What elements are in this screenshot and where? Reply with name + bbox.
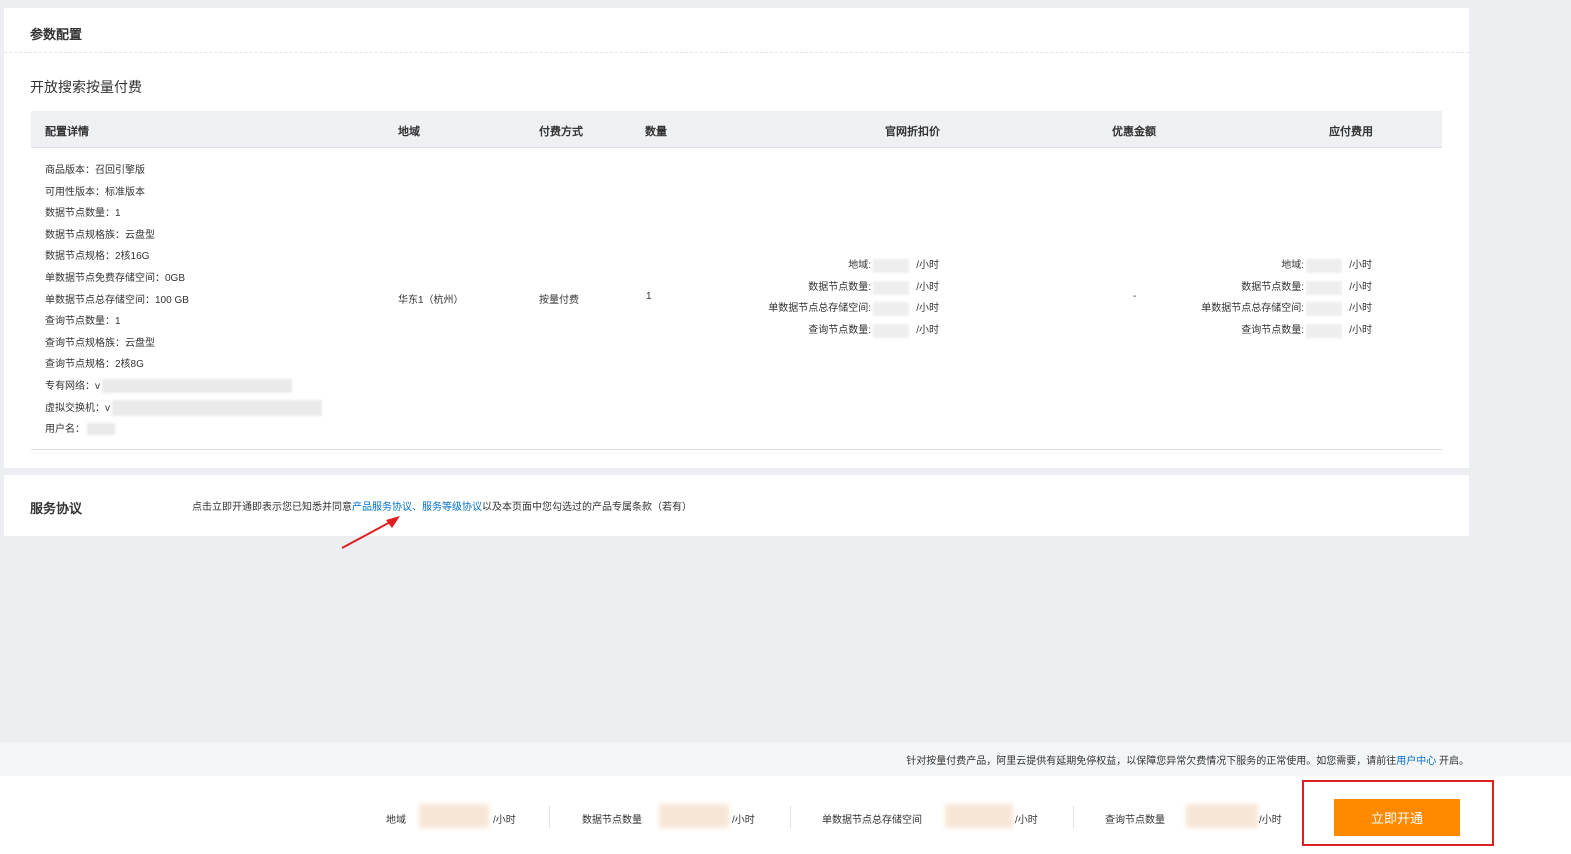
detail-row: 数据节点数量：1 [45,208,121,220]
agreement-card: 服务协议 点击立即开通即表示您已知悉并同意产品服务协议、服务等级协议以及本页面中… [4,475,1469,536]
agreement-label: 服务协议 [30,501,83,516]
redacted-blur [1306,302,1342,317]
price-row: 数据节点数量:/小时 [808,280,939,295]
detail-row: 数据节点规格：2核16G [45,251,150,263]
config-card: 参数配置 开放搜索按量付费 配置详情 地域 付费方式 数量 官网折扣价 优惠金额… [4,8,1469,468]
redacted-blur [873,302,909,317]
th-billing: 付费方式 [539,126,583,138]
payable-row: 单数据节点总存储空间:/小时 [1201,302,1372,317]
detail-row: 查询节点规格族：云盘型 [45,337,155,349]
list-price-breakdown: 地域:/小时 数据节点数量:/小时 单数据节点总存储空间:/小时 查询节点数量:… [704,255,939,341]
detail-row: 查询节点规格：2核8G [45,359,144,371]
th-region: 地域 [398,126,420,138]
product-title: 开放搜索按量付费 [30,79,142,95]
section-title-config: 参数配置 [30,27,83,42]
redacted-blur [102,379,292,394]
redacted-blur [659,804,729,828]
table-header: 配置详情 地域 付费方式 数量 官网折扣价 优惠金额 应付费用 [31,111,1442,148]
detail-row: 查询节点数量：1 [45,316,121,328]
detail-row: 专有网络：v [45,376,322,398]
redacted-blur [87,423,115,436]
th-discount: 优惠金额 [1112,126,1156,138]
dashed-divider [4,52,1469,53]
payable-row: 数据节点数量:/小时 [1241,280,1372,295]
detail-row: 商品版本：召回引擎版 [45,165,145,176]
detail-row: 单数据节点总存储空间：100 GB [45,294,189,306]
detail-row: 单数据节点免费存储空间：0GB [45,272,186,284]
notice-text: 针对按量付费产品，阿里云提供有延期免停权益，以保障您异常欠费情况下服务的正常使用… [906,756,1469,767]
price-row: 地域:/小时 [848,259,939,273]
cell-region: 华东1（杭州） [398,295,464,306]
cell-quantity: 1 [646,291,652,302]
redacted-blur [1186,804,1258,828]
th-detail: 配置详情 [45,126,89,138]
redacted-blur [873,323,909,338]
notice-bar: 针对按量付费产品，阿里云提供有延期免停权益，以保障您异常欠费情况下服务的正常使用… [0,742,1571,776]
table-bottom-border [31,449,1442,450]
fee-separator [549,806,550,828]
fee-separator [1073,806,1074,828]
redacted-blur [1306,259,1342,273]
detail-row: 用户名： [45,419,322,441]
redacted-blur [1306,280,1342,295]
fee-separator [790,806,791,828]
agreement-text: 点击立即开通即表示您已知悉并同意产品服务协议、服务等级协议以及本页面中您勾选过的… [192,502,692,513]
open-now-button[interactable]: 立即开通 [1334,799,1460,836]
price-row: 查询节点数量:/小时 [808,323,939,338]
detail-row: 数据节点规格族：云盘型 [45,229,155,241]
cell-discount: - [1133,291,1137,302]
price-row: 单数据节点总存储空间:/小时 [768,302,939,317]
user-center-link[interactable]: 用户中心 [1396,756,1436,767]
payable-row: 地域:/小时 [1281,259,1372,273]
config-detail-list: 商品版本：召回引擎版 可用性版本：标准版本 数据节点数量：1 数据节点规格族：云… [45,160,322,441]
fee-item-region: 地域 /小时 [386,802,521,832]
redacted-blur [873,280,909,295]
fee-item-storage: 单数据节点总存储空间 /小时 [822,802,1047,832]
annotation-arrow-icon [341,516,400,549]
cell-billing: 按量付费 [539,295,579,306]
fee-item-query-nodes: 查询节点数量 /小时 [1105,802,1290,832]
th-list-price: 官网折扣价 [885,126,940,138]
service-level-agreement-link[interactable]: 服务等级协议 [422,502,482,513]
payable-breakdown: 地域:/小时 数据节点数量:/小时 单数据节点总存储空间:/小时 查询节点数量:… [1137,255,1372,341]
redacted-blur [112,399,322,416]
redacted-blur [873,259,909,273]
redacted-blur [1306,323,1342,338]
redacted-blur [419,804,489,828]
detail-row: 虚拟交换机：v [45,398,322,420]
th-payable: 应付费用 [1329,126,1373,138]
redacted-blur [945,804,1013,828]
fee-item-data-nodes: 数据节点数量 /小时 [582,802,762,832]
payable-row: 查询节点数量:/小时 [1241,323,1372,338]
detail-row: 可用性版本：标准版本 [45,186,145,198]
th-quantity: 数量 [645,126,667,138]
